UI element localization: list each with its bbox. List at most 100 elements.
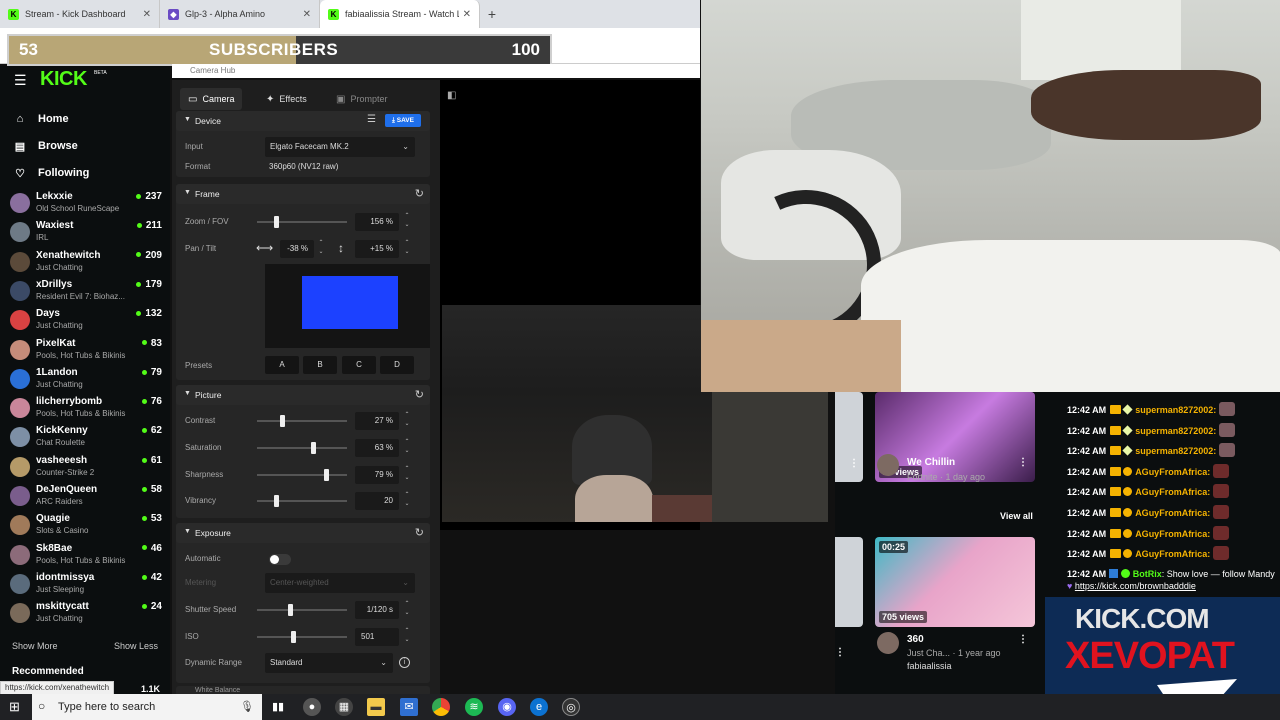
clip-thumbnail[interactable]: 90 views (875, 392, 1035, 482)
reset-icon[interactable]: ↻ (415, 526, 424, 539)
automatic-exposure-toggle[interactable] (269, 554, 291, 565)
clip-title[interactable]: We Chillin (907, 457, 955, 468)
picture-control-value[interactable]: 20 (355, 492, 399, 511)
reset-icon[interactable]: ↻ (415, 187, 424, 200)
picture-control-slider[interactable] (257, 495, 347, 508)
app-icon[interactable]: ◎ (562, 698, 580, 716)
spotify-icon[interactable]: ≋ (465, 698, 483, 716)
iso-slider-handle[interactable] (291, 631, 296, 643)
slider-handle[interactable] (279, 415, 285, 427)
shutter-slider-handle[interactable] (287, 604, 293, 616)
sidebar-channel-item[interactable]: mskittycatt Just Chatting 24 (10, 599, 162, 627)
picture-control-stepper[interactable]: ⌃ ⌄ (402, 465, 412, 485)
more-options-icon[interactable]: ⋮ (1018, 457, 1028, 468)
mail-app-icon[interactable]: ✉ (400, 698, 418, 716)
picture-control-value[interactable]: 79 % (355, 465, 399, 484)
preset-d-button[interactable]: D (380, 356, 414, 374)
chat-link[interactable]: https://kick.com/brownbadddie (1075, 581, 1196, 591)
task-view-icon[interactable]: ▮▮ (269, 698, 287, 716)
frame-section-header[interactable]: ▼ Frame ↻ (176, 184, 430, 204)
tab-close-icon[interactable]: ✕ (143, 9, 151, 20)
tilt-stepper[interactable]: ⌃ ⌄ (402, 239, 412, 259)
avatar[interactable] (877, 454, 899, 476)
browser-tab-kick-dashboard[interactable]: K Stream - Kick Dashboard ✕ (0, 0, 160, 28)
chat-username[interactable]: superman8272002: (1135, 446, 1216, 456)
edge-icon[interactable]: e (530, 698, 548, 716)
picture-control-slider[interactable] (257, 468, 347, 481)
nav-browse[interactable]: ▤ Browse (12, 136, 162, 156)
reset-icon[interactable]: ↻ (415, 388, 424, 401)
sidebar-channel-item[interactable]: vasheeesh Counter-Strike 2 61 (10, 453, 162, 481)
clip-channel[interactable]: fabiaalissia (907, 661, 952, 671)
zoom-slider-handle[interactable] (274, 216, 279, 228)
clip-thumbnail-partial[interactable] (835, 537, 863, 627)
shutter-slider[interactable] (257, 604, 347, 616)
chat-username[interactable]: superman8272002: (1135, 405, 1216, 415)
show-more-button[interactable]: Show More (12, 641, 58, 651)
iso-slider[interactable] (257, 631, 347, 643)
shutter-value-field[interactable]: 1/120 s (355, 601, 399, 619)
sidebar-channel-item[interactable]: Lekxxie Old School RuneScape 237 (10, 189, 162, 217)
microphone-icon[interactable]: 🎙 (240, 700, 254, 713)
chat-username[interactable]: AGuyFromAfrica: (1135, 549, 1210, 559)
sidebar-channel-item[interactable]: xDrillys Resident Evil 7: Biohaz... 179 (10, 277, 162, 305)
sidebar-channel-item[interactable]: 1Landon Just Chatting 79 (10, 365, 162, 393)
tab-camera[interactable]: ▭ Camera (180, 88, 243, 110)
chat-username[interactable]: AGuyFromAfrica: (1135, 467, 1210, 477)
chrome-icon[interactable] (432, 698, 450, 716)
sidebar-channel-item[interactable]: Sk8Bae Pools, Hot Tubs & Bikinis 46 (10, 541, 162, 569)
more-options-icon[interactable]: ⋮ (1018, 634, 1028, 645)
tab-effects[interactable]: ✦ Effects (258, 88, 315, 110)
tune-settings-icon[interactable]: ☰ (367, 114, 376, 125)
iso-value-field[interactable]: 501 (355, 628, 399, 646)
dynamic-range-select[interactable]: Standard ⌄ (265, 653, 393, 673)
show-less-button[interactable]: Show Less (114, 641, 158, 651)
picture-control-value[interactable]: 27 % (355, 412, 399, 430)
zoom-value-field[interactable]: 156 % (355, 213, 399, 231)
device-section-header[interactable]: ▼ Device ☰ ⤓ SAVE (176, 111, 430, 131)
chat-username[interactable]: AGuyFromAfrica: (1135, 508, 1210, 518)
discord-icon[interactable]: ◉ (498, 698, 516, 716)
zoom-slider[interactable] (257, 216, 347, 228)
picture-control-stepper[interactable]: ⌃ ⌄ (402, 411, 412, 431)
slider-handle[interactable] (324, 468, 330, 481)
panel-toggle-icon[interactable]: ◧ (447, 90, 456, 101)
shutter-stepper[interactable]: ⌃ ⌄ (402, 600, 412, 620)
picture-control-slider[interactable] (257, 415, 347, 427)
hamburger-menu-icon[interactable]: ☰ (14, 72, 27, 89)
preset-b-button[interactable]: B (303, 356, 337, 374)
metering-select[interactable]: Center-weighted ⌄ (265, 573, 415, 593)
chat-username[interactable]: AGuyFromAfrica: (1135, 529, 1210, 539)
chat-username[interactable]: superman8272002: (1135, 426, 1216, 436)
sidebar-channel-item[interactable]: idontmissya Just Sleeping 42 (10, 570, 162, 598)
sidebar-channel-item[interactable]: lilcherrybomb Pools, Hot Tubs & Bikinis 76 (10, 394, 162, 422)
picture-section-header[interactable]: ▼ Picture ↻ (176, 385, 430, 405)
stream-video-player[interactable] (701, 0, 1280, 392)
sidebar-channel-item[interactable]: Days Just Chatting 132 (10, 306, 162, 334)
sidebar-channel-item[interactable]: Waxiest IRL 211 (10, 218, 162, 246)
view-all-link[interactable]: View all (1000, 511, 1033, 521)
picture-control-stepper[interactable]: ⌃ ⌄ (402, 491, 412, 511)
clip-title[interactable]: 360 (907, 634, 924, 645)
pan-value-field[interactable]: -38 % (280, 240, 314, 258)
browser-tab-fabiaalissia-stream[interactable]: K fabiaalissia Stream - Watch Live ✕ (320, 0, 480, 28)
tab-close-icon[interactable]: ✕ (463, 9, 471, 20)
kick-logo[interactable]: KICK (40, 68, 87, 91)
more-options-icon[interactable]: ⋮ (835, 647, 845, 658)
browser-tab-alpha-amino[interactable]: ◆ Glp-3 - Alpha Amino ✕ (160, 0, 320, 28)
nav-following[interactable]: ♡ Following (12, 163, 162, 183)
sidebar-channel-item[interactable]: Xenathewitch Just Chatting 209 (10, 248, 162, 276)
input-select[interactable]: Elgato Facecam MK.2 ⌄ (265, 137, 415, 157)
slider-handle[interactable] (274, 495, 279, 508)
frame-viewport-indicator[interactable] (302, 276, 398, 329)
preset-c-button[interactable]: C (342, 356, 376, 374)
sidebar-channel-item[interactable]: PixelKat Pools, Hot Tubs & Bikinis 83 (10, 336, 162, 364)
obs-app-icon[interactable]: ● (303, 698, 321, 716)
store-app-icon[interactable]: ▦ (335, 698, 353, 716)
picture-control-slider[interactable] (257, 441, 347, 454)
tab-close-icon[interactable]: ✕ (303, 9, 311, 20)
new-tab-button[interactable]: + (480, 0, 504, 28)
tab-prompter[interactable]: ▣ Prompter (328, 88, 395, 110)
nav-home[interactable]: ⌂ Home (12, 109, 162, 129)
sidebar-channel-item[interactable]: DeJenQueen ARC Raiders 58 (10, 482, 162, 510)
